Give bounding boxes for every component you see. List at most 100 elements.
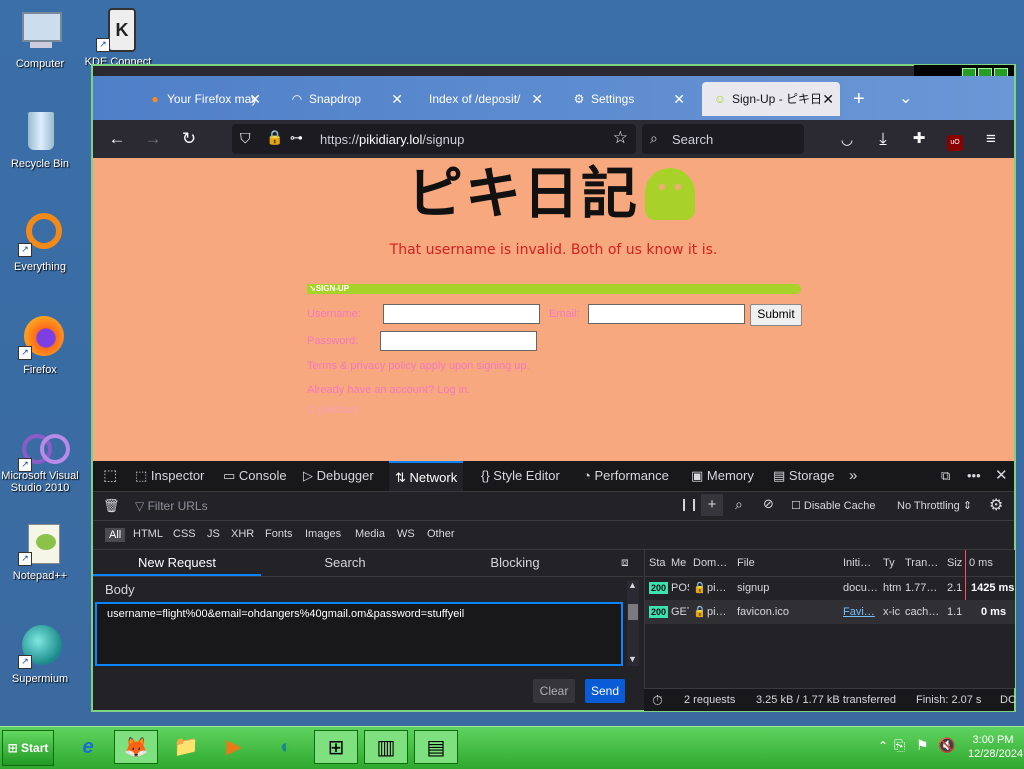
flag-icon[interactable]: ⚑ xyxy=(916,737,929,754)
file-explorer-icon[interactable]: 📁 xyxy=(164,730,208,764)
bookmark-star-icon[interactable]: ☆ xyxy=(613,128,628,148)
desktop-icon-computer[interactable]: Computer xyxy=(0,10,80,70)
table-row[interactable]: 200 POS 🔒 pi… signup docu… htm 1.77… 2.1… xyxy=(645,576,1015,600)
network-icon[interactable]: ⎘ xyxy=(894,737,905,754)
window-taskbar-icon[interactable]: ▤ xyxy=(414,730,458,764)
volume-muted-icon[interactable]: 🔇 xyxy=(938,737,955,754)
trash-icon[interactable]: 🗑 xyxy=(103,498,120,514)
filter-fonts[interactable]: Fonts xyxy=(265,528,293,540)
tab-index-deposit[interactable]: Index of /deposit/ ✕ xyxy=(419,82,549,116)
filter-urls-input[interactable]: ▽ Filter URLs xyxy=(135,499,208,513)
dock-icon[interactable]: ⧉ xyxy=(941,461,950,491)
column-transferred[interactable]: Tran… xyxy=(905,550,941,576)
pocket-icon[interactable]: ◡ xyxy=(835,128,859,150)
throttling-select[interactable]: No Throttling ⇕ xyxy=(897,499,972,512)
filter-all[interactable]: All xyxy=(105,528,126,542)
scrollbar-thumb[interactable] xyxy=(628,604,638,620)
desktop-icon-everything[interactable]: ↗ Everything xyxy=(0,213,80,273)
filter-images[interactable]: Images xyxy=(305,528,341,540)
tab-console[interactable]: ▭ Console xyxy=(223,461,287,491)
disable-cache-checkbox[interactable]: ☐ Disable Cache xyxy=(791,499,875,512)
show-hidden-icons[interactable]: ⌃ xyxy=(878,739,888,753)
filter-js[interactable]: JS xyxy=(207,528,220,540)
close-tab-icon[interactable]: ✕ xyxy=(531,82,543,116)
tab-search[interactable]: Search xyxy=(261,550,429,576)
start-button[interactable]: ⊞ Start xyxy=(2,730,54,766)
tab-performance[interactable]: ◔ Performance xyxy=(583,461,669,491)
close-tab-icon[interactable]: ✕ xyxy=(822,82,834,116)
collapse-pane-icon[interactable]: ⧈ xyxy=(621,555,629,570)
desktop-icon-recycle-bin[interactable]: Recycle Bin xyxy=(0,110,80,170)
tab-inspector[interactable]: ⬚ Inspector xyxy=(135,461,204,491)
element-picker-icon[interactable]: ⬚ xyxy=(103,461,117,491)
column-type[interactable]: Ty xyxy=(883,550,899,576)
new-tab-button[interactable]: + xyxy=(845,82,875,116)
column-status[interactable]: Sta xyxy=(649,550,667,576)
filter-css[interactable]: CSS xyxy=(173,528,196,540)
column-size[interactable]: Siz xyxy=(947,550,965,576)
clock[interactable]: 3:00 PM 12/28/2024 xyxy=(968,733,1023,761)
reload-button[interactable]: ↻ xyxy=(177,128,201,150)
send-button[interactable]: Send xyxy=(585,679,625,703)
desktop-icon-firefox[interactable]: ↗ Firefox xyxy=(0,316,80,376)
email-field[interactable] xyxy=(588,304,745,324)
tab-new-request[interactable]: New Request xyxy=(93,550,261,576)
clear-button[interactable]: Clear xyxy=(533,679,575,703)
ublock-icon[interactable]: uO xyxy=(943,128,967,151)
desktop-icon-visual-studio[interactable]: ↗ Microsoft Visual Studio 2010 xyxy=(0,428,80,494)
extensions-icon[interactable]: ✚ xyxy=(907,128,931,150)
desktop-icon-kde-connect[interactable]: K ↗ KDE Connect xyxy=(78,8,158,68)
forward-button[interactable]: → xyxy=(141,128,165,150)
scroll-up-icon[interactable]: ▲ xyxy=(628,580,637,590)
filter-other[interactable]: Other xyxy=(427,528,455,540)
login-link[interactable]: Already have an account? Log in. xyxy=(307,384,470,396)
block-icon[interactable]: ⊘ xyxy=(763,496,774,512)
column-method[interactable]: Me xyxy=(671,550,687,576)
tab-signup[interactable]: ☺ Sign-Up - ピキ日 ✕ xyxy=(702,82,840,116)
pause-icon[interactable]: ❙❙ xyxy=(679,497,699,511)
close-tab-icon[interactable]: ✕ xyxy=(673,82,685,116)
column-file[interactable]: File xyxy=(737,550,837,576)
url-bar[interactable]: ⛉ 🔒 ⊶ https://pikidiary.lol/signup ☆ xyxy=(232,124,636,154)
scroll-down-icon[interactable]: ▼ xyxy=(628,654,637,664)
desktop-icon-notepad-plus[interactable]: ↗ Notepad++ xyxy=(0,522,80,582)
tab-blocking[interactable]: Blocking xyxy=(431,550,599,576)
windows-update-icon[interactable]: ⊞ xyxy=(314,730,358,764)
options-icon[interactable]: ••• xyxy=(967,461,981,491)
network-settings-icon[interactable]: ⚙ xyxy=(989,495,1003,515)
close-devtools-icon[interactable]: ✕ xyxy=(995,461,1008,491)
body-scrollbar[interactable]: ▲ ▼ xyxy=(627,580,639,666)
close-tab-icon[interactable]: ✕ xyxy=(249,82,261,116)
tab-memory[interactable]: ▣ Memory xyxy=(691,461,754,491)
column-waterfall[interactable]: 0 ms xyxy=(969,550,1015,576)
submit-button[interactable]: Submit xyxy=(750,304,802,326)
filter-html[interactable]: HTML xyxy=(133,528,163,540)
more-tools-icon[interactable]: » xyxy=(849,461,857,491)
search-bar[interactable]: ⌕ Search xyxy=(642,124,804,154)
add-request-icon[interactable]: + xyxy=(701,494,723,516)
desktop-icon-supermium[interactable]: ↗ Supermium xyxy=(0,625,80,685)
tab-snapdrop[interactable]: ◠ Snapdrop ✕ xyxy=(279,82,409,116)
column-domain[interactable]: Dom… xyxy=(693,550,729,576)
tab-firefox-update[interactable]: ● Your Firefox may ✕ xyxy=(137,82,267,116)
filter-ws[interactable]: WS xyxy=(397,528,415,540)
filter-media[interactable]: Media xyxy=(355,528,385,540)
username-field[interactable] xyxy=(383,304,540,324)
request-body-textarea[interactable]: username=flight%00&email=ohdangers%40gma… xyxy=(95,602,623,666)
column-initiator[interactable]: Initi… xyxy=(843,550,877,576)
notepad-taskbar-icon[interactable]: ▥ xyxy=(364,730,408,764)
menu-icon[interactable]: ≡ xyxy=(979,128,1003,150)
close-tab-icon[interactable]: ✕ xyxy=(391,82,403,116)
tab-list-button[interactable]: ⌄ xyxy=(889,82,919,116)
password-field[interactable] xyxy=(380,331,537,351)
back-button[interactable]: ← xyxy=(105,128,129,150)
filter-xhr[interactable]: XHR xyxy=(231,528,254,540)
tab-settings[interactable]: ⚙ Settings ✕ xyxy=(561,82,691,116)
request-initiator-link[interactable]: Favi… xyxy=(843,600,877,624)
timer-icon[interactable]: ⏱ xyxy=(652,689,663,711)
table-row[interactable]: 200 GET 🔒 pi… favicon.ico Favi… x-ic cac… xyxy=(645,600,1015,624)
tab-storage[interactable]: ▤ Storage xyxy=(773,461,834,491)
download-icon[interactable]: ⤓ xyxy=(871,128,895,150)
firefox-taskbar-icon[interactable]: 🦊 xyxy=(114,730,158,764)
tab-network[interactable]: ⇅ Network xyxy=(389,461,464,491)
